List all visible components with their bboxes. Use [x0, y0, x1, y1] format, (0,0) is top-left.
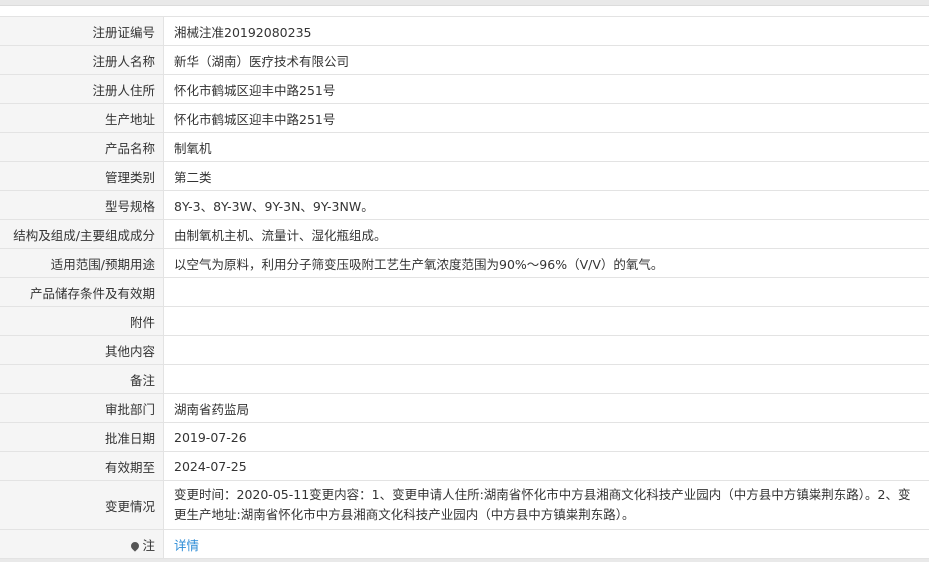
row-label: 有效期至	[0, 451, 164, 481]
row-management-category: 管理类别 第二类	[0, 161, 929, 191]
row-label: 注册证编号	[0, 16, 164, 46]
row-label: 批准日期	[0, 422, 164, 452]
details-link[interactable]: 详情	[174, 538, 199, 553]
row-value: 新华（湖南）医疗技术有限公司	[163, 45, 929, 75]
row-label: 附件	[0, 306, 164, 336]
row-approval-date: 批准日期 2019-07-26	[0, 422, 929, 452]
bottom-bar	[0, 559, 929, 562]
row-approval-department: 审批部门 湖南省药监局	[0, 393, 929, 423]
row-label: 审批部门	[0, 393, 164, 423]
row-label: 其他内容	[0, 335, 164, 365]
row-label: 适用范围/预期用途	[0, 248, 164, 278]
row-label: 备注	[0, 364, 164, 394]
row-remarks: 备注	[0, 364, 929, 394]
row-value: 制氧机	[163, 132, 929, 162]
row-value	[163, 277, 929, 307]
row-label: 注册人住所	[0, 74, 164, 104]
row-model-spec: 型号规格 8Y-3、8Y-3W、9Y-3N、9Y-3NW。	[0, 190, 929, 220]
row-structure-composition: 结构及组成/主要组成成分 由制氧机主机、流量计、湿化瓶组成。	[0, 219, 929, 249]
row-label: 注	[0, 529, 164, 559]
row-label: 变更情况	[0, 480, 164, 530]
row-label: 产品名称	[0, 132, 164, 162]
row-value: 详情	[163, 529, 929, 559]
row-value: 由制氧机主机、流量计、湿化瓶组成。	[163, 219, 929, 249]
row-label: 注册人名称	[0, 45, 164, 75]
row-product-name: 产品名称 制氧机	[0, 132, 929, 162]
row-value	[163, 306, 929, 336]
row-scope-of-use: 适用范围/预期用途 以空气为原料，利用分子筛变压吸附工艺生产氧浓度范围为90%～…	[0, 248, 929, 278]
row-value: 变更时间：2020-05-11变更内容：1、变更申请人住所:湖南省怀化市中方县湘…	[163, 480, 929, 530]
row-registration-number: 注册证编号 湘械注准20192080235	[0, 16, 929, 46]
row-label: 产品储存条件及有效期	[0, 277, 164, 307]
row-other-content: 其他内容	[0, 335, 929, 365]
row-value: 湖南省药监局	[163, 393, 929, 423]
row-note: 注 详情	[0, 529, 929, 559]
row-value: 怀化市鹤城区迎丰中路251号	[163, 103, 929, 133]
top-gap	[0, 6, 929, 16]
row-registrant-address: 注册人住所 怀化市鹤城区迎丰中路251号	[0, 74, 929, 104]
row-attachments: 附件	[0, 306, 929, 336]
row-value: 2024-07-25	[163, 451, 929, 481]
registration-info-table: 注册证编号 湘械注准20192080235 注册人名称 新华（湖南）医疗技术有限…	[0, 16, 929, 559]
row-label: 管理类别	[0, 161, 164, 191]
row-label: 型号规格	[0, 190, 164, 220]
row-value: 2019-07-26	[163, 422, 929, 452]
row-label: 生产地址	[0, 103, 164, 133]
row-storage-validity: 产品储存条件及有效期	[0, 277, 929, 307]
row-value: 8Y-3、8Y-3W、9Y-3N、9Y-3NW。	[163, 190, 929, 220]
row-value: 湘械注准20192080235	[163, 16, 929, 46]
row-registrant-name: 注册人名称 新华（湖南）医疗技术有限公司	[0, 45, 929, 75]
row-label: 结构及组成/主要组成成分	[0, 219, 164, 249]
row-value	[163, 364, 929, 394]
row-value: 以空气为原料，利用分子筛变压吸附工艺生产氧浓度范围为90%～96%（V/V）的氧…	[163, 248, 929, 278]
row-value	[163, 335, 929, 365]
row-change-history: 变更情况 变更时间：2020-05-11变更内容：1、变更申请人住所:湖南省怀化…	[0, 480, 929, 530]
row-value: 怀化市鹤城区迎丰中路251号	[163, 74, 929, 104]
note-label: 注	[142, 537, 155, 553]
row-value: 第二类	[163, 161, 929, 191]
row-production-address: 生产地址 怀化市鹤城区迎丰中路251号	[0, 103, 929, 133]
pin-icon	[129, 539, 142, 552]
row-valid-until: 有效期至 2024-07-25	[0, 451, 929, 481]
